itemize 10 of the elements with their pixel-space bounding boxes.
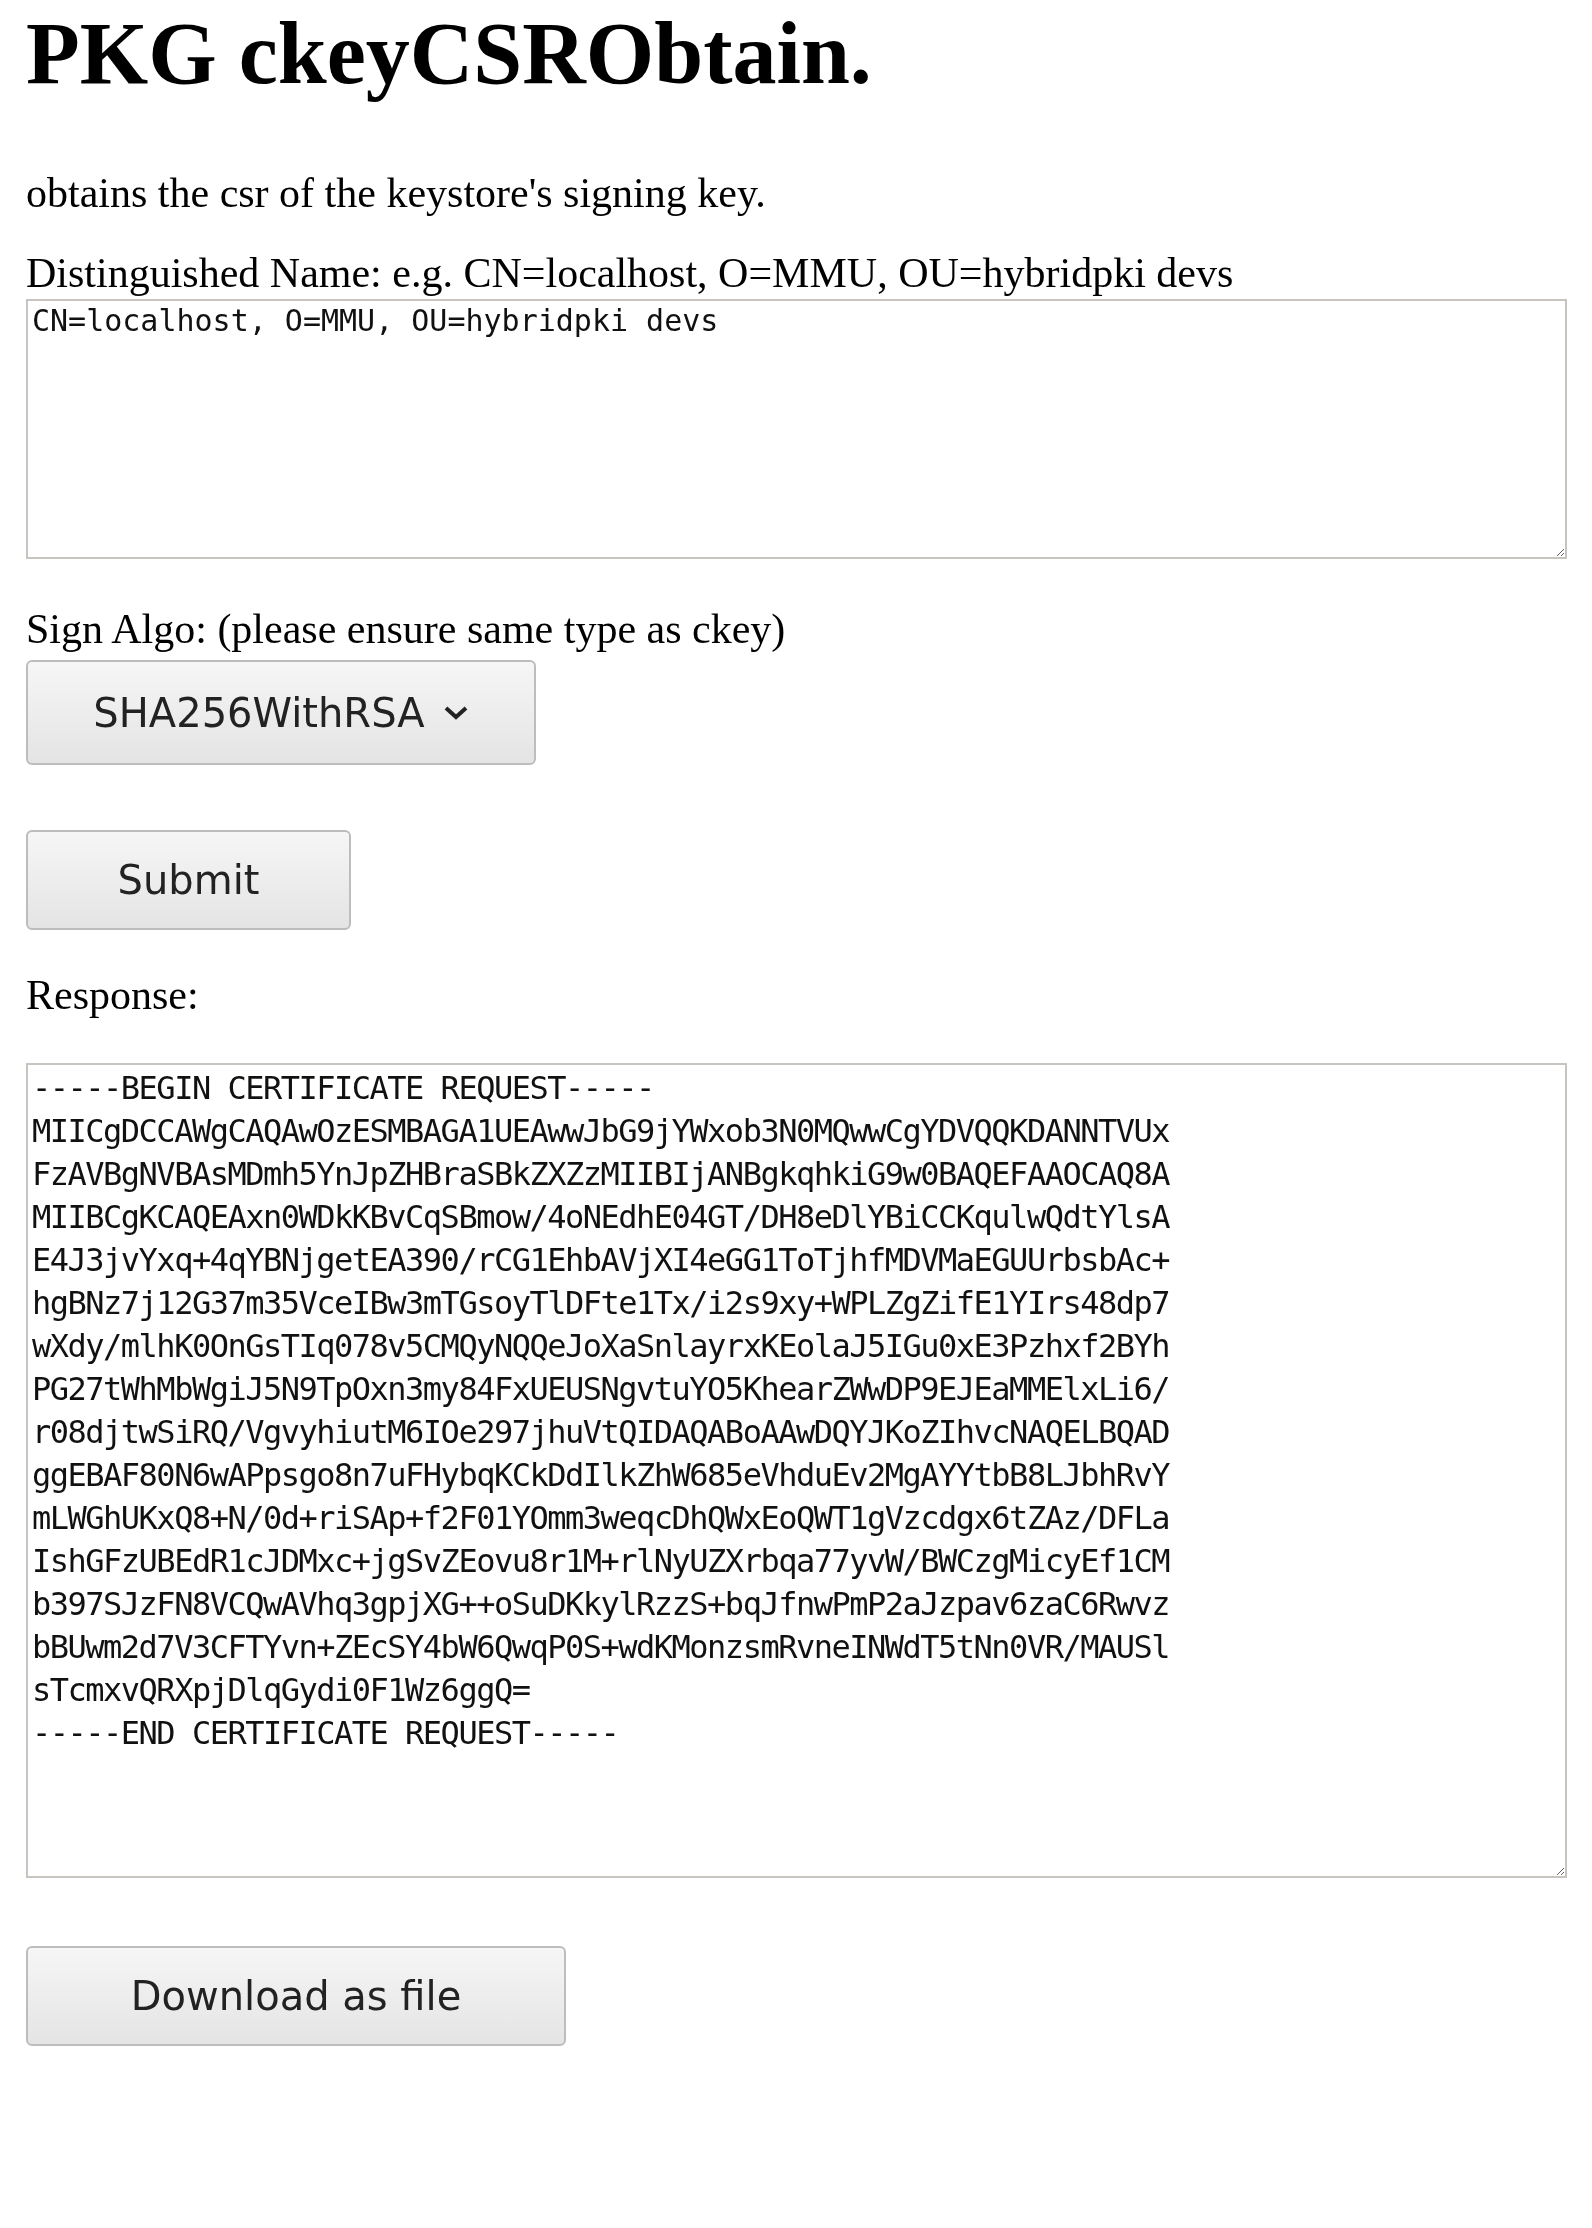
- download-button[interactable]: Download as file: [26, 1945, 566, 2046]
- description: obtains the csr of the keystore's signing key.: [26, 169, 767, 218]
- caret-icon: [442, 704, 469, 721]
- response-label: Response:: [26, 971, 200, 1021]
- response-field[interactable]: -----BEGIN CERTIFICATE REQUEST----- MIICgDCCAWgCAQAwOzESMBAGA1UEAwwJbG9jYWxob3N0MQwwCgYDVQQKDANNTVUx FzAVBgNVBAsMDmh5YnJpZHBraSBkZXZzMIIBIjANBgkqhkiG9w0BAQEFAAOCAQ8A MIIBCgKCAQEAxn0WDkKBvCqSBmow/4oNEdhE04GT/DH8eDlYBiCCKqulwQdtYlsA E4J3jvYxq+4qYBNjgetEA390/rCG1EhbAVjXI4eGG1ToTjhfMDVMaEGUUrbsbAc+ hgBNz7j12G37m35VceIBw3mTGsoyTlDFte1Tx/i2s9xy+WPLZgZifE1YIrs48dp7 wXdy/mlhK0OnGsTIq078v5CMQyNQQeJoXaSnlayrxKEolaJ5IGu0xE3Pzhxf2BYh PG27tWhMbWgiJ5N9TpOxn3my84FxUEUSNgvtuYO5KhearZWwDP9EJEaMMElxLi6/ r08djtwSiRQ/VgvyhiutM6IOe297jhuVtQIDAQABoAAwDQYJKoZIhvcNAQELBQAD ggEBAF80N6wAPpsgo8n7uFHybqKCkDdIlkZhW685eVhduEv2MgAYYtbB8LJbhRvY mLWGhUKxQ8+N/0d+riSAp+f2F01YOmm3weqcDhQWxEoQWT1gVzcdgx6tZAz/DFLa IshGFzUBEdR1cJDMxc+jgSvZEovu8r1M+rlNyUZXrbqa77yvW/BWCzgMicyEf1CM b397SJzFN8VCQwAVhq3gpjXG++oSuDKkylRzzS+bqJfnwPmP2aJzpav6zaC6Rwvz bBUwm2d7V3CFTYvn+ZEcSY4bW6QwqP0S+wdKMonzsmRvneINWdT5tNn0VR/MAUSl sTcmxvQRXpjDlqGydi0F1Wz6ggQ= -----END CERTIFICATE REQUEST-----: [26, 1062, 1567, 1878]
- algorithm-select[interactable]: SHA256WithRSA: [26, 660, 536, 766]
- field-label: Sign Algo: (please ensure same type as ckey): [26, 604, 787, 654]
- submit-button[interactable]: Submit: [26, 830, 351, 931]
- input-field[interactable]: CN=localhost, O=MMU, OU=hybridpki devs: [26, 298, 1567, 559]
- field-label: Distinguished Name: e.g. CN=localhost, O=MMU, OU=hybridpki devs: [26, 249, 1235, 299]
